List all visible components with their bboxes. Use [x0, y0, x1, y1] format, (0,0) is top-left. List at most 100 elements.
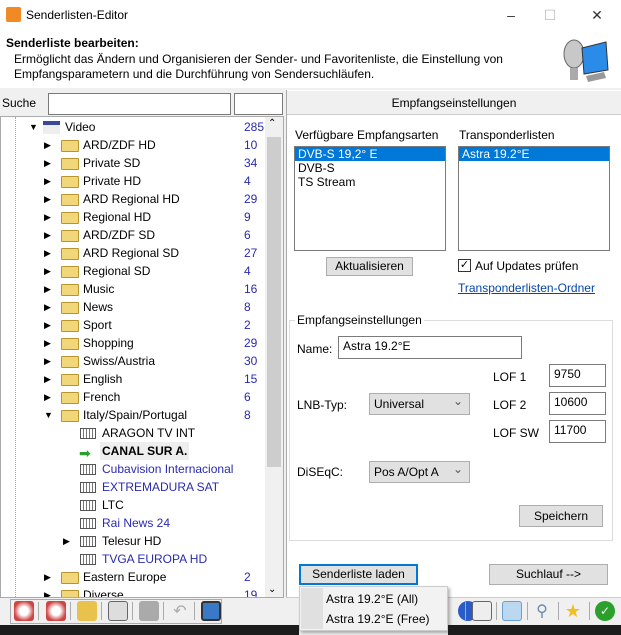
minimize-button[interactable]: – [496, 4, 526, 26]
diseqc-label: DiSEqC: [297, 465, 344, 479]
check-updates-label[interactable]: Auf Updates prüfen [475, 259, 578, 273]
expand-icon[interactable]: ▶ [44, 316, 51, 334]
expand-icon[interactable]: ▶ [44, 298, 51, 316]
channel-tree[interactable]: ▼ Video 285 ▶ ARD/ZDF HD 10 ▶ Private SD 34 ▶ Priv… [0, 116, 284, 598]
tree-folder[interactable]: ▶ ARD Regional HD 29 [1, 190, 265, 208]
lofsw-input[interactable]: 11700 [549, 420, 606, 443]
close-button[interactable]: ✕ [582, 4, 612, 26]
recycle-bin-icon[interactable] [108, 601, 128, 621]
lnb-type-select[interactable]: Universal [369, 393, 470, 415]
reception-types-list[interactable]: DVB-S 19,2° E DVB-S TS Stream [294, 146, 446, 251]
expand-icon[interactable]: ▶ [44, 262, 51, 280]
channel-item[interactable]: LTC [1, 496, 265, 514]
scroll-down-icon[interactable]: ⌄ [268, 584, 276, 595]
channel-item[interactable]: Cubavision Internacional [1, 460, 265, 478]
desktop-strip [0, 625, 299, 635]
search-filter-input[interactable] [234, 93, 283, 115]
expand-icon[interactable]: ▶ [44, 172, 51, 190]
list-item[interactable]: DVB-S 19,2° E [295, 147, 445, 161]
list-item[interactable]: Astra 19.2°E [459, 147, 609, 161]
expand-icon[interactable]: ▶ [44, 568, 51, 586]
undo-icon[interactable]: ↶ [170, 601, 190, 621]
expand-icon[interactable]: ▶ [44, 388, 51, 406]
tree-item-video[interactable]: ▼ Video 285 [1, 118, 265, 136]
channel-item[interactable]: EXTREMADURA SAT [1, 478, 265, 496]
check-updates-checkbox[interactable]: ✓ [458, 259, 471, 272]
search-input[interactable] [48, 93, 231, 115]
channel-film-icon [80, 482, 96, 493]
collapse-icon[interactable]: ▼ [29, 118, 38, 136]
expand-icon[interactable]: ▶ [44, 370, 51, 388]
tree-folder[interactable]: ▶ Shopping 29 [1, 334, 265, 352]
load-list-button[interactable]: Senderliste laden [299, 564, 418, 585]
menu-item-all[interactable]: Astra 19.2°E (All) [326, 592, 418, 606]
video-folder-icon [43, 121, 60, 134]
save-button[interactable]: Speichern [519, 505, 603, 527]
edit-icon[interactable] [472, 601, 492, 621]
favorite-star-icon[interactable]: ★ [563, 601, 583, 621]
lof2-label: LOF 2 [493, 398, 527, 412]
expand-icon[interactable]: ▶ [44, 352, 51, 370]
tree-folder[interactable]: ▶ Regional HD 9 [1, 208, 265, 226]
new-folder-icon[interactable] [77, 601, 97, 621]
tree-folder[interactable]: ▼ Italy/Spain/Portugal 8 [1, 406, 265, 424]
collapse-icon[interactable]: ▼ [44, 406, 53, 424]
window-title: Senderlisten-Editor [26, 8, 129, 22]
tree-folder[interactable]: ▶ Private HD 4 [1, 172, 265, 190]
lofsw-label: LOF SW [493, 426, 540, 440]
expand-icon[interactable]: ▶ [44, 226, 51, 244]
expand-icon[interactable]: ▶ [44, 154, 51, 172]
tree-folder[interactable]: ▶ Eastern Europe 2 [1, 568, 265, 586]
transponder-list[interactable]: Astra 19.2°E [458, 146, 610, 251]
tree-folder[interactable]: ▶ Private SD 34 [1, 154, 265, 172]
tree-folder[interactable]: ▶ Diverse 19 [1, 586, 265, 597]
channel-item[interactable]: ➡ CANAL SUR A. [1, 442, 265, 461]
expand-icon[interactable]: ▶ [44, 586, 51, 597]
scrollbar-thumb[interactable] [267, 137, 281, 467]
name-input[interactable]: Astra 19.2°E [338, 336, 522, 359]
tree-folder[interactable]: ▶ ARD/ZDF HD 10 [1, 136, 265, 154]
tree-folder[interactable]: ▶ News 8 [1, 298, 265, 316]
expand-icon[interactable]: ▶ [44, 244, 51, 262]
folder-icon [61, 248, 79, 260]
move-up-icon[interactable] [14, 601, 34, 621]
maximize-button[interactable]: ☐ [535, 4, 565, 26]
channel-item[interactable]: ▶ Telesur HD [1, 532, 265, 550]
expand-icon[interactable]: ▶ [44, 208, 51, 226]
tree-folder[interactable]: ▶ ARD/ZDF SD 6 [1, 226, 265, 244]
refresh-button[interactable]: Aktualisieren [326, 257, 413, 276]
expand-icon[interactable]: ▶ [44, 190, 51, 208]
transponder-folder-link[interactable]: Transponderlisten-Ordner [458, 281, 595, 295]
tree-folder[interactable]: ▶ Swiss/Austria 30 [1, 352, 265, 370]
tree-folder[interactable]: ▶ Sport 2 [1, 316, 265, 334]
tree-folder[interactable]: ▶ ARD Regional SD 27 [1, 244, 265, 262]
tree-folder[interactable]: ▶ Regional SD 4 [1, 262, 265, 280]
scan-button[interactable]: Suchlauf --> [489, 564, 608, 585]
expand-icon[interactable]: ▶ [63, 532, 70, 550]
lof2-input[interactable]: 10600 [549, 392, 606, 415]
expand-icon[interactable]: ▶ [44, 334, 51, 352]
stop-icon[interactable] [139, 601, 159, 621]
expand-icon[interactable]: ▶ [44, 280, 51, 298]
screen-icon[interactable] [201, 601, 221, 621]
list-item[interactable]: DVB-S [295, 161, 445, 175]
tree-folder[interactable]: ▶ French 6 [1, 388, 265, 406]
tree-folder[interactable]: ▶ Music 16 [1, 280, 265, 298]
list-item[interactable]: TS Stream [295, 175, 445, 189]
menu-item-free[interactable]: Astra 19.2°E (Free) [326, 612, 430, 626]
channel-item[interactable]: ARAGON TV INT [1, 424, 265, 442]
lof1-input[interactable]: 9750 [549, 364, 606, 387]
title-bar: Senderlisten-Editor – ☐ ✕ [0, 0, 621, 30]
settings-gear-icon[interactable] [502, 601, 522, 621]
ok-check-icon[interactable]: ✓ [595, 601, 615, 621]
lof1-label: LOF 1 [493, 370, 527, 384]
expand-icon[interactable]: ▶ [44, 136, 51, 154]
channel-item[interactable]: Rai News 24 [1, 514, 265, 532]
channel-item[interactable]: TVGA EUROPA HD [1, 550, 265, 568]
tree-folder[interactable]: ▶ English 15 [1, 370, 265, 388]
move-down-icon[interactable] [46, 601, 66, 621]
scroll-up-icon[interactable]: ⌃ [268, 118, 276, 129]
diseqc-select[interactable]: Pos A/Opt A [369, 461, 470, 483]
search-icon[interactable]: ⚲ [532, 601, 552, 621]
channel-film-icon [80, 554, 96, 565]
